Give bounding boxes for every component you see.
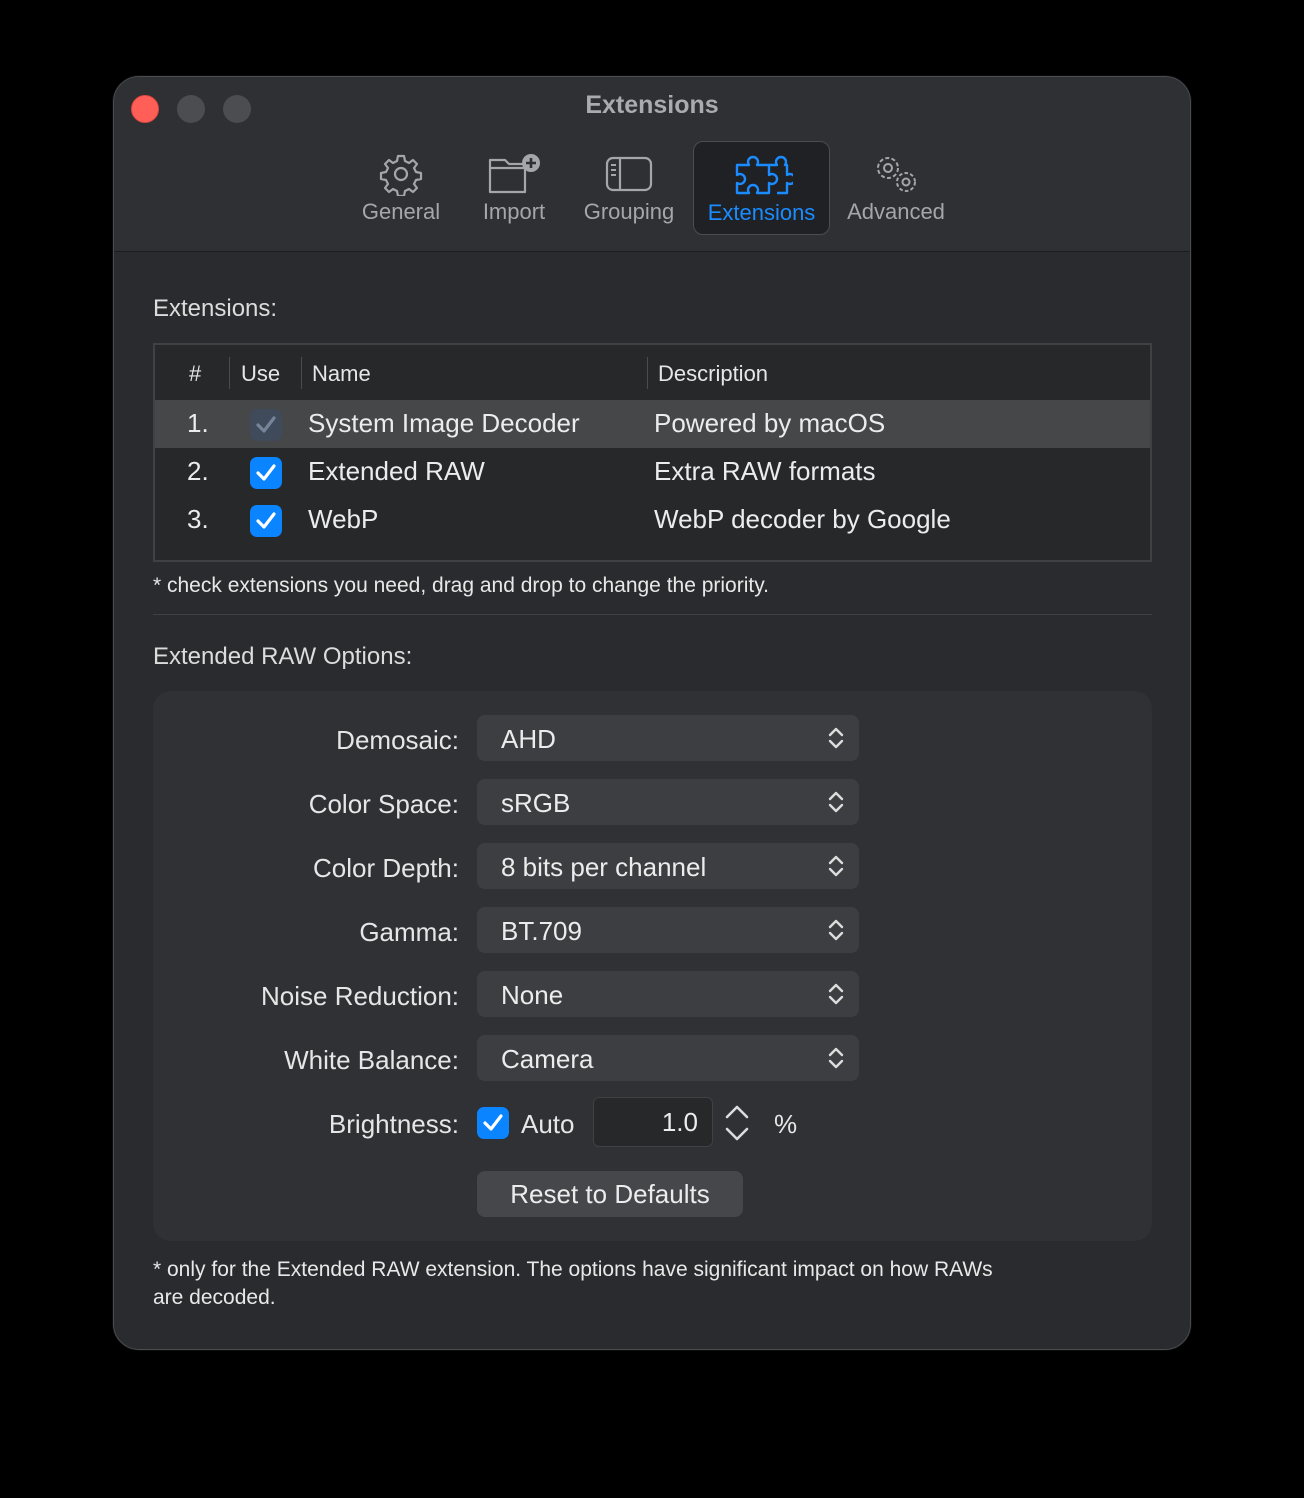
sidebar-icon [603, 151, 655, 197]
use-checkbox[interactable] [250, 457, 282, 489]
gear-icon [379, 151, 423, 197]
gamma-value: BT.709 [501, 916, 582, 946]
tab-extensions-label: Extensions [707, 200, 816, 225]
raw-options-section-label: Extended RAW Options: [153, 643, 413, 670]
section-divider [153, 614, 1152, 615]
tab-grouping-label: Grouping [583, 199, 675, 224]
gamma-label: Gamma: [359, 917, 459, 947]
brightness-unit: % [774, 1109, 798, 1139]
brightness-label: Brightness: [328, 1109, 459, 1139]
preferences-window: Extensions General Import Grouping Exten… [113, 76, 1191, 1350]
tab-advanced-label: Advanced [847, 199, 945, 224]
extension-name: WebP [308, 504, 379, 534]
extension-name: Extended RAW [308, 456, 485, 486]
noise-reduction-label: Noise Reduction: [261, 981, 459, 1011]
tab-general[interactable]: General [346, 141, 456, 235]
folder-add-icon [484, 151, 544, 197]
chevron-updown-icon [828, 727, 844, 749]
extension-name: System Image Decoder [308, 408, 580, 438]
tab-extensions[interactable]: Extensions [693, 141, 830, 235]
extension-description: WebP decoder by Google [654, 504, 951, 534]
color-depth-label: Color Depth: [313, 853, 459, 883]
brightness-auto-checkbox[interactable] [477, 1107, 509, 1139]
column-header-num[interactable]: # [189, 361, 201, 387]
titlebar: Extensions General Import Grouping Exten… [114, 77, 1190, 252]
noise-reduction-popup[interactable]: None [477, 971, 859, 1017]
use-checkbox [250, 409, 282, 441]
gamma-popup[interactable]: BT.709 [477, 907, 859, 953]
row-number: 2. [187, 456, 209, 486]
row-number: 1. [187, 408, 209, 438]
brightness-stepper[interactable] [719, 1097, 755, 1147]
raw-options-panel: Demosaic: AHD Color Space: sRGB Color De… [153, 691, 1152, 1241]
tab-import-label: Import [482, 199, 546, 224]
tab-grouping[interactable]: Grouping [574, 141, 684, 235]
column-separator[interactable] [647, 357, 648, 389]
noise-reduction-value: None [501, 980, 564, 1010]
extension-description: Powered by macOS [654, 408, 886, 438]
table-row[interactable]: 1. System Image Decoder Powered by macOS [155, 400, 1150, 448]
white-balance-popup[interactable]: Camera [477, 1035, 859, 1081]
raw-options-note-line1: * only for the Extended RAW extension. T… [153, 1258, 993, 1281]
column-separator[interactable] [301, 357, 302, 389]
column-header-name[interactable]: Name [312, 361, 371, 387]
column-separator[interactable] [229, 357, 230, 389]
extensions-note: * check extensions you need, drag and dr… [153, 574, 770, 597]
tab-general-label: General [361, 199, 441, 224]
white-balance-label: White Balance: [284, 1045, 459, 1075]
color-depth-popup[interactable]: 8 bits per channel [477, 843, 859, 889]
tab-advanced[interactable]: Advanced [840, 141, 952, 235]
demosaic-value: AHD [501, 724, 556, 754]
chevron-updown-icon [828, 983, 844, 1005]
chevron-updown-icon [828, 919, 844, 941]
extensions-table: # Use Name Description 1. System Image D… [153, 343, 1152, 562]
tab-import[interactable]: Import [464, 141, 564, 235]
chevron-updown-icon [828, 1047, 844, 1069]
puzzle-icon [731, 152, 793, 198]
brightness-auto-label[interactable]: Auto [521, 1109, 575, 1140]
brightness-field[interactable]: 1.0 [593, 1097, 713, 1147]
demosaic-label: Demosaic: [336, 725, 459, 755]
column-header-description[interactable]: Description [658, 361, 768, 387]
raw-options-note-line2: are decoded. [153, 1286, 276, 1309]
extension-description: Extra RAW formats [654, 456, 876, 486]
color-space-popup[interactable]: sRGB [477, 779, 859, 825]
window-title: Extensions [585, 91, 719, 119]
color-depth-value: 8 bits per channel [501, 852, 707, 882]
reset-to-defaults-button[interactable]: Reset to Defaults [477, 1171, 743, 1217]
color-space-label: Color Space: [308, 789, 459, 819]
table-header: # Use Name Description [155, 345, 1150, 401]
chevron-updown-icon [828, 791, 844, 813]
color-space-value: sRGB [501, 788, 571, 818]
use-checkbox[interactable] [250, 505, 282, 537]
column-header-use[interactable]: Use [241, 361, 280, 387]
extensions-section-label: Extensions: [153, 295, 278, 322]
row-number: 3. [187, 504, 209, 534]
demosaic-popup[interactable]: AHD [477, 715, 859, 761]
table-row[interactable]: 3. WebP WebP decoder by Google [155, 496, 1150, 544]
white-balance-value: Camera [501, 1044, 594, 1074]
gears-icon [868, 151, 924, 197]
table-row[interactable]: 2. Extended RAW Extra RAW formats [155, 448, 1150, 496]
chevron-updown-icon [828, 855, 844, 877]
